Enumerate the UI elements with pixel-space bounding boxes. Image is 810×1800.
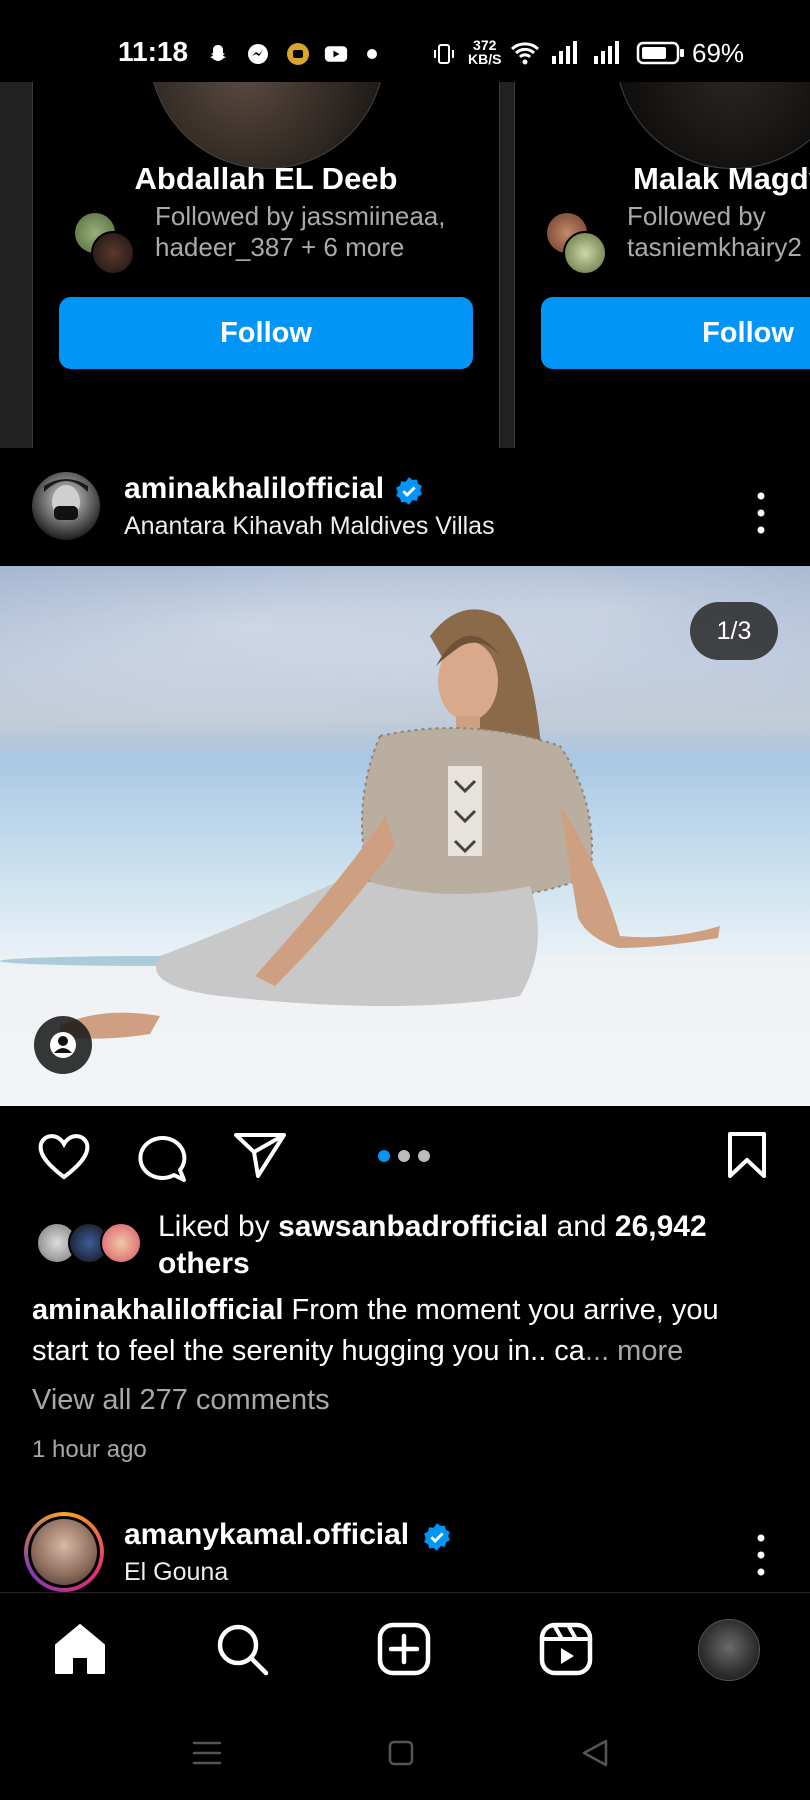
followed-by-text: Followed by tasniemkhairy2	[627, 201, 802, 262]
bottom-navigation	[0, 1592, 810, 1707]
home-square-icon[interactable]	[384, 1736, 418, 1770]
reels-icon[interactable]	[538, 1621, 594, 1677]
profile-avatar[interactable]	[698, 1619, 760, 1681]
liker-avatar	[100, 1222, 142, 1264]
battery-icon	[636, 41, 684, 65]
search-icon[interactable]	[214, 1621, 270, 1677]
notification-app-icon	[287, 43, 309, 65]
save-bookmark-icon[interactable]	[724, 1130, 770, 1180]
follower-avatar	[563, 231, 607, 275]
system-navigation-bar	[0, 1706, 810, 1800]
suggestion-card[interactable]: Abdallah EL Deeb Followed by jassmiineaa…	[32, 82, 500, 448]
carousel-dots	[378, 1149, 438, 1167]
post-header: aminakhalilofficial Anantara Kihavah Mal…	[0, 448, 810, 566]
view-all-comments-link[interactable]: View all 277 comments	[32, 1384, 330, 1417]
status-time: 11:18	[118, 36, 189, 67]
next-post-location[interactable]: El Gouna	[124, 1558, 228, 1587]
post-author-avatar[interactable]	[32, 472, 100, 540]
likes-summary[interactable]: Liked by sawsanbadrofficial and 26,942 o…	[30, 1208, 790, 1288]
verified-badge-icon	[396, 477, 422, 505]
post-image[interactable]: 1/3	[0, 566, 810, 1106]
wifi-icon	[510, 42, 540, 65]
vibrate-icon	[434, 44, 454, 64]
follower-avatar	[91, 231, 135, 275]
person-tag-icon	[50, 1032, 76, 1058]
share-send-icon[interactable]	[232, 1130, 288, 1180]
more-options-icon[interactable]	[746, 488, 776, 538]
carousel-counter: 1/3	[690, 602, 778, 660]
post-timestamp: 1 hour ago	[32, 1436, 147, 1463]
battery-percent: 69%	[692, 38, 745, 68]
suggestion-name[interactable]: Malak Magdy	[633, 161, 810, 197]
comment-icon[interactable]	[134, 1130, 190, 1184]
suggested-accounts-carousel[interactable]: Abdallah EL Deeb Followed by jassmiineaa…	[0, 82, 810, 448]
snapchat-icon	[210, 45, 226, 61]
messenger-icon	[248, 44, 268, 64]
follow-button[interactable]: Follow	[541, 297, 810, 369]
next-post-header: amanykamal.official El Gouna	[0, 1500, 810, 1592]
suggestion-card[interactable]: Malak Magdy Followed by tasniemkhairy2 F…	[514, 82, 810, 448]
signal-icon-2	[594, 41, 619, 64]
next-post-username[interactable]: amanykamal.official	[124, 1518, 409, 1552]
post-location[interactable]: Anantara Kihavah Maldives Villas	[124, 512, 495, 541]
network-speed: 372 KB/S	[468, 37, 502, 67]
signal-icon-1	[552, 41, 577, 64]
carousel-dot	[398, 1150, 410, 1162]
photo-subject-woman	[60, 609, 720, 1039]
carousel-dot	[418, 1150, 430, 1162]
back-triangle-icon[interactable]	[578, 1736, 612, 1770]
story-ring-avatar[interactable]	[24, 1512, 104, 1592]
home-icon[interactable]	[52, 1621, 108, 1677]
follow-button[interactable]: Follow	[59, 297, 473, 369]
like-heart-icon[interactable]	[36, 1130, 92, 1182]
suggestion-name[interactable]: Abdallah EL Deeb	[33, 161, 499, 197]
menu-icon[interactable]	[190, 1736, 224, 1770]
create-post-icon[interactable]	[376, 1621, 432, 1677]
post-caption[interactable]: aminakhalilofficial From the moment you …	[32, 1290, 772, 1372]
carousel-dot-active	[378, 1150, 390, 1162]
tagged-people-button[interactable]	[34, 1016, 92, 1074]
verified-badge-icon	[424, 1523, 450, 1551]
caption-username[interactable]: aminakhalilofficial	[32, 1294, 283, 1326]
status-bar: 11:18 372 KB/S 69%	[0, 0, 810, 82]
suggestion-avatar[interactable]	[615, 82, 810, 169]
more-options-icon[interactable]	[746, 1530, 776, 1580]
more-notifications-dot	[367, 49, 377, 59]
youtube-icon	[324, 46, 348, 62]
liked-by-text[interactable]: Liked by sawsanbadrofficial and 26,942 o…	[158, 1208, 778, 1282]
followed-by-text: Followed by jassmiineaa, hadeer_387 + 6 …	[155, 201, 446, 262]
suggestion-avatar[interactable]	[149, 82, 385, 169]
post-username[interactable]: aminakhalilofficial	[124, 472, 384, 506]
caption-more-link[interactable]: ... more	[585, 1335, 683, 1367]
